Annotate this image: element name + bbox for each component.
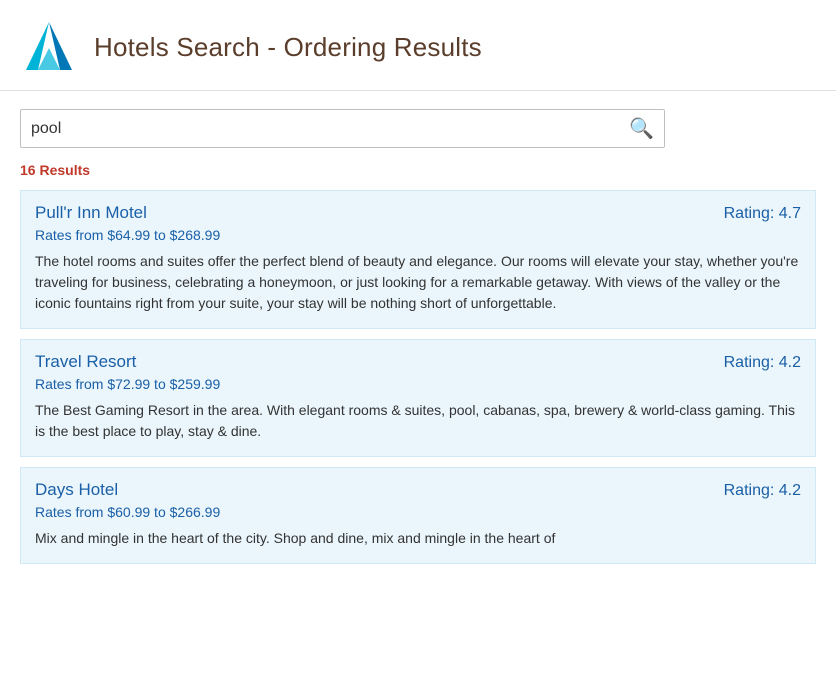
results-area[interactable]: Pull'r Inn Motel Rating: 4.7 Rates from … [0,190,836,574]
hotel-description: The hotel rooms and suites offer the per… [35,251,801,314]
hotel-description: The Best Gaming Resort in the area. With… [35,400,801,442]
hotel-rating: Rating: 4.7 [724,205,801,223]
hotel-rating: Rating: 4.2 [724,354,801,372]
hotel-description: Mix and mingle in the heart of the city.… [35,528,801,549]
hotel-rates: Rates from $72.99 to $259.99 [35,376,801,392]
hotel-rates: Rates from $60.99 to $266.99 [35,504,801,520]
logo-icon [20,18,78,76]
results-count: 16 Results [0,158,836,190]
header: Hotels Search - Ordering Results [0,0,836,91]
hotel-rates: Rates from $64.99 to $268.99 [35,227,801,243]
search-bar-container: 🔍 [0,91,836,158]
hotel-card-header: Pull'r Inn Motel Rating: 4.7 [35,203,801,223]
hotel-rating: Rating: 4.2 [724,482,801,500]
hotel-name[interactable]: Pull'r Inn Motel [35,203,147,223]
page-title: Hotels Search - Ordering Results [94,32,482,63]
hotel-card-header: Days Hotel Rating: 4.2 [35,480,801,500]
hotel-card-header: Travel Resort Rating: 4.2 [35,352,801,372]
hotel-name[interactable]: Days Hotel [35,480,118,500]
search-bar: 🔍 [20,109,665,148]
hotel-card: Travel Resort Rating: 4.2 Rates from $72… [20,339,816,457]
hotel-card: Days Hotel Rating: 4.2 Rates from $60.99… [20,467,816,564]
hotel-name[interactable]: Travel Resort [35,352,136,372]
results-count-text: Results [39,162,90,178]
search-input[interactable] [31,120,623,138]
results-count-number: 16 [20,162,36,178]
hotel-card: Pull'r Inn Motel Rating: 4.7 Rates from … [20,190,816,329]
search-icon[interactable]: 🔍 [629,116,654,141]
